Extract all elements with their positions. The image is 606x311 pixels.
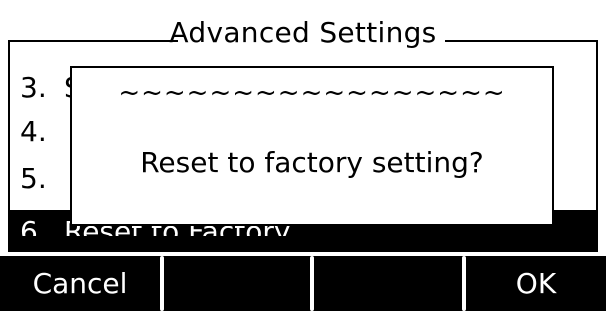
dialog-decoration: ~~~~~~~~~~~~~~~~~ bbox=[118, 78, 506, 108]
confirm-dialog: ~~~~~~~~~~~~~~~~~ Reset to factory setti… bbox=[70, 66, 554, 226]
list-item-number: 4. bbox=[20, 115, 47, 148]
list-item-number: 5. bbox=[20, 162, 47, 195]
softkey-divider bbox=[310, 256, 314, 311]
list-item-number: 3. bbox=[20, 71, 47, 104]
list-item-4[interactable]: 4. bbox=[20, 114, 64, 150]
softkey-3[interactable] bbox=[312, 256, 466, 311]
dialog-message: Reset to factory setting? bbox=[140, 146, 484, 179]
list-item-number: 6. bbox=[20, 216, 47, 236]
softkey-2[interactable] bbox=[160, 256, 312, 311]
softkey-divider bbox=[160, 256, 164, 311]
softkey-divider bbox=[462, 256, 466, 311]
list-item-5[interactable]: 5. bbox=[20, 161, 64, 197]
phone-screen: Advanced Settings 3.S 4. 5. 6.Reset to F… bbox=[0, 0, 606, 311]
cancel-softkey[interactable]: Cancel bbox=[0, 256, 160, 311]
ok-softkey[interactable]: OK bbox=[466, 256, 606, 311]
softkey-bar: Cancel OK bbox=[0, 256, 606, 311]
